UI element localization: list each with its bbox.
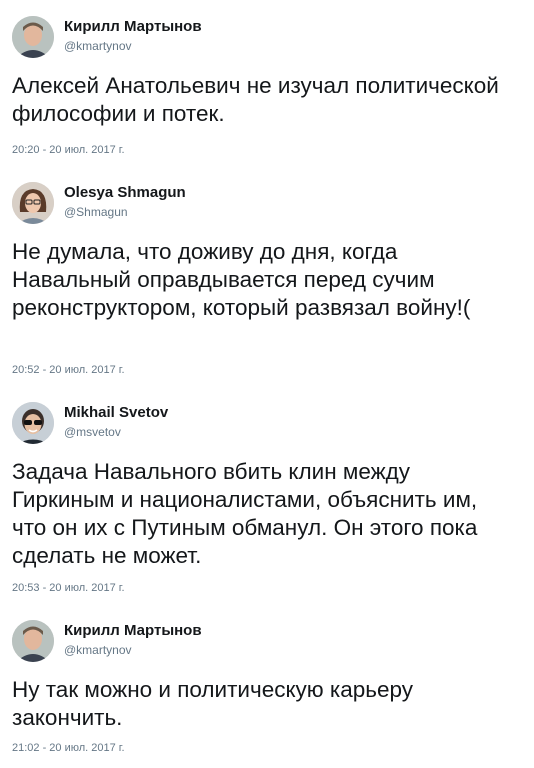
female-avatar-icon	[12, 182, 54, 224]
author-handle[interactable]: @Shmagun	[64, 205, 128, 219]
tweet-timestamp[interactable]: 20:53 - 20 июл. 2017 г.	[12, 582, 125, 594]
male-avatar-icon	[12, 16, 54, 58]
author-name[interactable]: Mikhail Svetov	[64, 404, 168, 421]
tweet-timestamp[interactable]: 21:02 - 20 июл. 2017 г.	[12, 742, 125, 754]
tweet-timestamp[interactable]: 20:52 - 20 июл. 2017 г.	[12, 364, 125, 376]
tweet-text: Не думала, что доживу до дня, когда Нава…	[12, 239, 471, 320]
tweet-text: Задача Навального вбить клин между Гирки…	[12, 459, 478, 568]
author-handle[interactable]: @kmartynov	[64, 643, 132, 657]
tweet-timestamp[interactable]: 20:20 - 20 июл. 2017 г.	[12, 144, 125, 156]
author-name[interactable]: Кирилл Мартынов	[64, 622, 202, 639]
tweet-text: Ну так можно и политическую карьеру зако…	[12, 677, 414, 730]
sunglasses-avatar-icon	[12, 402, 54, 444]
tweet-text: Алексей Анатольевич не изучал политическ…	[12, 73, 499, 126]
author-handle[interactable]: @msvetov	[64, 425, 121, 439]
avatar[interactable]	[12, 16, 54, 58]
author-name[interactable]: Кирилл Мартынов	[64, 18, 202, 35]
male-avatar-icon	[12, 620, 54, 662]
avatar[interactable]	[12, 182, 54, 224]
author-name[interactable]: Olesya Shmagun	[64, 184, 186, 201]
avatar[interactable]	[12, 402, 54, 444]
avatar[interactable]	[12, 620, 54, 662]
author-handle[interactable]: @kmartynov	[64, 39, 132, 53]
